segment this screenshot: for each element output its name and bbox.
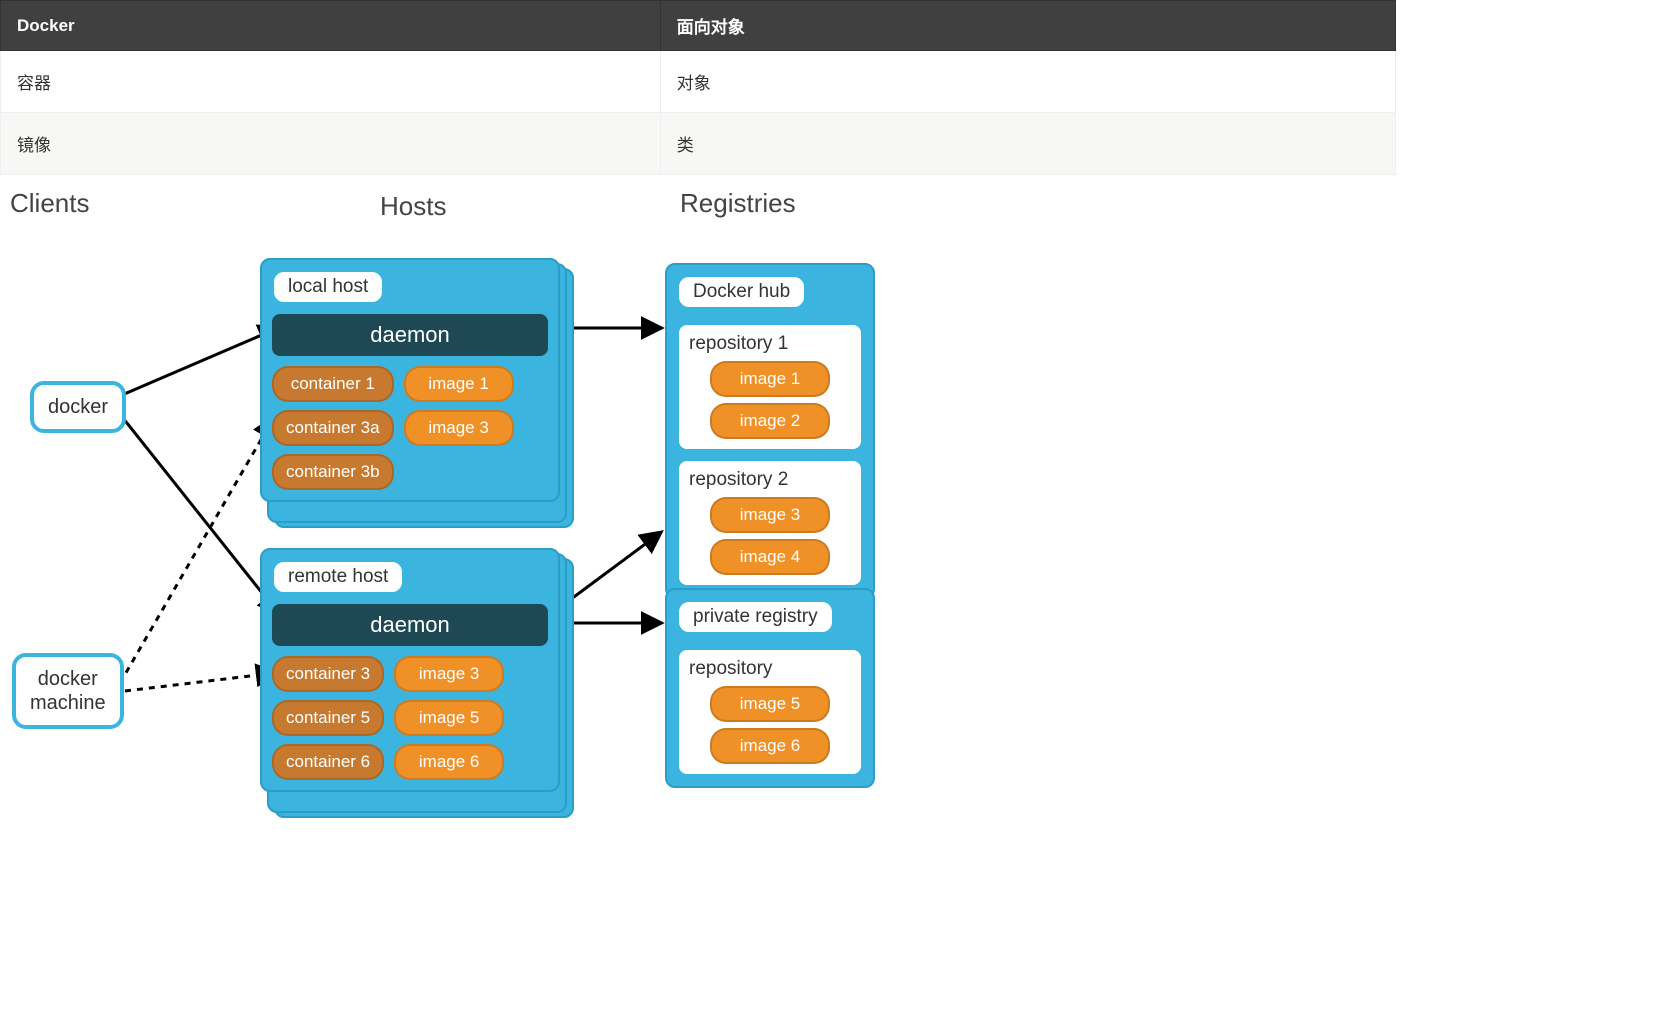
- container-chip: container 5: [272, 700, 384, 736]
- table-header: Docker: [1, 1, 661, 51]
- image-chip: image 6: [710, 728, 830, 764]
- container-chip: container 3b: [272, 454, 394, 490]
- local-daemon: daemon: [272, 314, 548, 356]
- repository-box: repository 1 image 1 image 2: [677, 323, 863, 451]
- image-chip: image 3: [404, 410, 514, 446]
- image-chip: image 5: [710, 686, 830, 722]
- table-row: 镜像类: [1, 113, 1396, 175]
- registries-heading: Registries: [680, 188, 796, 219]
- local-host-label: local host: [272, 270, 384, 304]
- image-chip: image 5: [394, 700, 504, 736]
- remote-host-label: remote host: [272, 560, 404, 594]
- table-header: 面向对象: [660, 1, 1395, 51]
- docker-machine-client: docker machine: [12, 653, 124, 729]
- image-chip: image 1: [404, 366, 514, 402]
- container-chip: container 3a: [272, 410, 394, 446]
- private-registry: private registry repository image 5 imag…: [665, 588, 875, 788]
- architecture-diagram: Clients Hosts Registries docker docker m…: [0, 183, 900, 853]
- container-chip: container 6: [272, 744, 384, 780]
- table-row: 容器对象: [1, 51, 1396, 113]
- image-chip: image 3: [394, 656, 504, 692]
- image-chip: image 4: [710, 539, 830, 575]
- hosts-heading: Hosts: [380, 191, 446, 222]
- remote-daemon: daemon: [272, 604, 548, 646]
- repository-box: repository 2 image 3 image 4: [677, 459, 863, 587]
- clients-heading: Clients: [10, 188, 89, 219]
- image-chip: image 3: [710, 497, 830, 533]
- container-chip: container 3: [272, 656, 384, 692]
- image-chip: image 6: [394, 744, 504, 780]
- comparison-table: Docker 面向对象 容器对象 镜像类: [0, 0, 1396, 175]
- private-registry-label: private registry: [677, 600, 834, 634]
- image-chip: image 1: [710, 361, 830, 397]
- docker-hub-label: Docker hub: [677, 275, 806, 309]
- container-chip: container 1: [272, 366, 394, 402]
- image-chip: image 2: [710, 403, 830, 439]
- repository-box: repository image 5 image 6: [677, 648, 863, 776]
- docker-hub-registry: Docker hub repository 1 image 1 image 2 …: [665, 263, 875, 599]
- docker-client: docker: [30, 381, 126, 433]
